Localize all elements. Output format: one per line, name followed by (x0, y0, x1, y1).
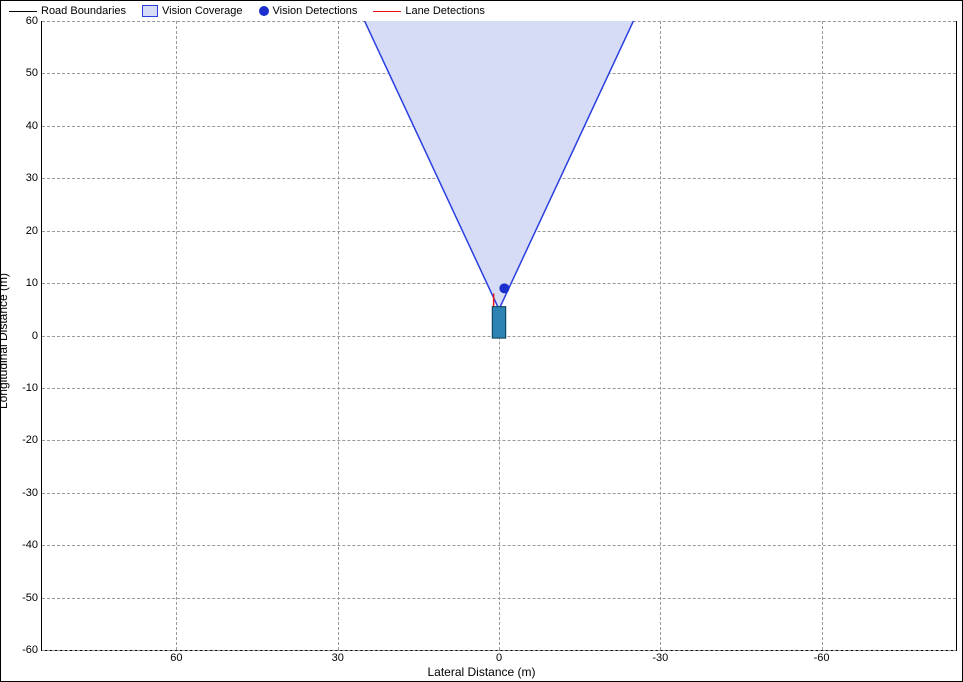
vision-detection-dot (499, 283, 509, 293)
y-tick-label: 10 (8, 277, 42, 289)
legend-item-lane-detections: Lane Detections (373, 5, 485, 17)
grid-line (499, 21, 500, 650)
chart-frame: Road Boundaries Vision Coverage Vision D… (0, 0, 963, 682)
plot-area[interactable]: -60-50-40-30-20-10010203040506060300-30-… (41, 21, 957, 651)
grid-line (660, 21, 661, 650)
y-tick-label: -40 (8, 539, 42, 551)
x-tick-label: -60 (802, 650, 842, 664)
legend-label: Road Boundaries (41, 5, 126, 17)
y-tick-label: -30 (8, 487, 42, 499)
y-tick-label: -50 (8, 592, 42, 604)
y-tick-label: 60 (8, 15, 42, 27)
y-tick-label: 40 (8, 120, 42, 132)
y-tick-label: -10 (8, 382, 42, 394)
line-swatch-icon (9, 11, 37, 12)
legend-item-vision-detections: Vision Detections (259, 5, 358, 17)
grid-line (338, 21, 339, 650)
y-tick-label: -60 (8, 644, 42, 656)
dot-swatch-icon (259, 6, 269, 16)
x-tick-label: 30 (318, 650, 358, 664)
x-tick-label: 0 (479, 650, 519, 664)
x-tick-label: -30 (640, 650, 680, 664)
grid-line (176, 21, 177, 650)
y-tick-label: 20 (8, 225, 42, 237)
y-axis-label: Longitudinal Distance (m) (0, 205, 10, 341)
y-tick-label: 50 (8, 67, 42, 79)
legend-label: Vision Coverage (162, 5, 243, 17)
grid-line (822, 21, 823, 650)
legend-label: Vision Detections (273, 5, 358, 17)
y-tick-label: -20 (8, 434, 42, 446)
y-tick-label: 30 (8, 172, 42, 184)
y-tick-label: 0 (8, 330, 42, 342)
x-axis-label: Lateral Distance (m) (1, 665, 962, 679)
rect-swatch-icon (142, 5, 158, 17)
legend: Road Boundaries Vision Coverage Vision D… (9, 3, 954, 19)
x-tick-label: 60 (156, 650, 196, 664)
legend-item-vision-coverage: Vision Coverage (142, 5, 243, 17)
legend-label: Lane Detections (405, 5, 485, 17)
lane-swatch-icon (373, 11, 401, 12)
